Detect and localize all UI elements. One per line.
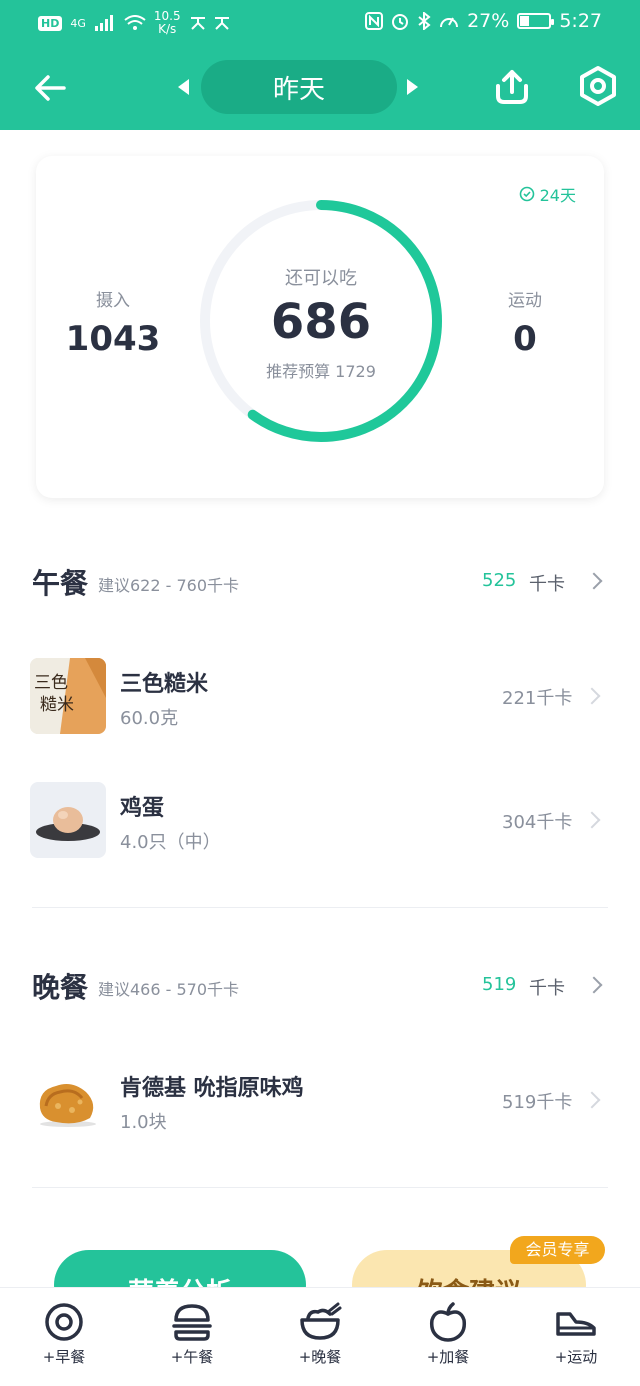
lunch-suggestion: 建议622 - 760千卡 xyxy=(98,576,240,595)
food-name: 肯德基 吮指原味鸡 xyxy=(120,1076,304,1101)
food-item[interactable]: 鸡蛋 4.0只（中） 304千卡 xyxy=(30,782,610,858)
status-bar: HD 4G 10.5 K/s 27% 5:27 xyxy=(0,0,640,44)
app-notification-icon xyxy=(190,17,229,30)
share-icon[interactable] xyxy=(490,64,534,108)
nfc-icon xyxy=(365,12,384,30)
food-quantity: 60.0克 xyxy=(120,708,179,729)
food-item[interactable]: 三色 糙米 三色糙米 60.0克 221千卡 xyxy=(30,658,610,734)
streak-badge: 24天 xyxy=(519,182,576,206)
tab-label: +加餐 xyxy=(426,1348,470,1366)
alarm-icon xyxy=(392,14,409,30)
tab-label: +晚餐 xyxy=(298,1348,342,1366)
check-circle-icon xyxy=(519,186,534,202)
prev-day-icon[interactable] xyxy=(178,79,189,95)
wifi-icon xyxy=(124,15,146,30)
intake-label: 摄入 xyxy=(96,291,130,311)
net-speed: 10.5 K/s xyxy=(154,10,181,36)
chevron-right-icon xyxy=(585,572,603,590)
dinner-kcal: 519 xyxy=(482,974,517,995)
clock: 5:27 xyxy=(559,10,602,32)
intake-value: 1043 xyxy=(65,319,161,359)
status-right: 27% 5:27 xyxy=(365,10,602,32)
shoe-icon xyxy=(556,1312,596,1336)
apple-icon xyxy=(429,1302,467,1342)
food-quantity: 1.0块 xyxy=(120,1112,167,1133)
chevron-right-icon xyxy=(585,976,603,994)
dinner-title: 晚餐 xyxy=(32,971,89,1004)
food-kcal: 519千卡 xyxy=(502,1092,573,1113)
net-speed-unit: K/s xyxy=(158,22,177,36)
remaining-label: 还可以吃 xyxy=(285,268,357,289)
lunch-kcal-unit: 千卡 xyxy=(529,574,565,595)
burger-icon xyxy=(172,1304,212,1341)
date-selector[interactable]: 昨天 xyxy=(201,60,397,114)
settings-hexagon-icon[interactable] xyxy=(576,64,620,108)
add-lunch-tab[interactable]: +午餐 xyxy=(142,1302,242,1367)
lunch-kcal: 525 xyxy=(482,570,517,591)
budget-label: 推荐预算 1729 xyxy=(266,362,376,381)
chevron-right-icon xyxy=(583,1091,601,1109)
lunch-header[interactable]: 午餐 建议622 - 760千卡 525 千卡 xyxy=(32,562,608,602)
battery-percent: 27% xyxy=(467,10,510,32)
dinner-suggestion: 建议466 - 570千卡 xyxy=(98,980,240,999)
food-item[interactable]: 肯德基 吮指原味鸡 1.0块 519千卡 xyxy=(30,1062,610,1138)
intake-stat: 摄入 1043 xyxy=(48,286,178,359)
top-bar: HD 4G 10.5 K/s 27% 5:27 昨天 xyxy=(0,0,640,130)
egg-icon xyxy=(45,1303,83,1341)
speedometer-icon xyxy=(440,17,459,28)
back-arrow-icon[interactable] xyxy=(30,68,70,108)
ring-center: 还可以吃 686 推荐预算 1729 xyxy=(196,196,446,446)
egg-image xyxy=(30,782,106,858)
chevron-right-icon xyxy=(583,811,601,829)
exercise-label: 运动 xyxy=(508,291,542,311)
exercise-stat: 运动 0 xyxy=(460,286,590,359)
food-kcal: 221千卡 xyxy=(502,688,573,709)
calorie-summary-card[interactable]: 24天 摄入 1043 还可以吃 686 推荐预算 1729 运动 0 xyxy=(36,156,604,498)
section-divider xyxy=(32,907,608,908)
food-name: 鸡蛋 xyxy=(120,796,165,821)
svg-text:糙米: 糙米 xyxy=(40,695,74,715)
tab-label: +早餐 xyxy=(42,1348,86,1366)
network-type: 4G xyxy=(70,16,86,30)
add-breakfast-tab[interactable]: +早餐 xyxy=(14,1302,114,1367)
food-quantity: 4.0只（中） xyxy=(120,832,221,853)
streak-days: 24天 xyxy=(539,186,576,205)
chevron-right-icon xyxy=(583,687,601,705)
status-left: HD 4G 10.5 K/s xyxy=(38,10,233,36)
dinner-header[interactable]: 晚餐 建议466 - 570千卡 519 千卡 xyxy=(32,966,608,1006)
add-exercise-tab[interactable]: +运动 xyxy=(526,1302,626,1367)
signal-icon xyxy=(94,15,113,31)
add-dinner-tab[interactable]: +晚餐 xyxy=(270,1302,370,1367)
exercise-value: 0 xyxy=(513,319,537,359)
svg-text:三色: 三色 xyxy=(34,673,68,693)
tab-label: +运动 xyxy=(554,1348,598,1366)
bottom-tab-bar: +早餐 +午餐 +晚餐 +加餐 +运动 xyxy=(0,1287,640,1386)
rice-bowl-icon xyxy=(300,1302,342,1340)
rice-bag-image: 三色 糙米 xyxy=(30,658,106,734)
lunch-title: 午餐 xyxy=(32,567,89,600)
food-kcal: 304千卡 xyxy=(502,812,573,833)
next-day-icon[interactable] xyxy=(407,79,418,95)
remaining-value: 686 xyxy=(270,294,372,350)
vip-badge: 会员专享 xyxy=(510,1236,605,1264)
battery-icon xyxy=(517,13,555,29)
hd-indicator: HD xyxy=(38,15,63,31)
dinner-kcal-unit: 千卡 xyxy=(529,978,565,999)
app-header: 昨天 xyxy=(0,50,640,126)
tab-label: +午餐 xyxy=(170,1348,214,1366)
bluetooth-icon xyxy=(418,12,431,30)
section-divider xyxy=(32,1187,608,1188)
add-snack-tab[interactable]: +加餐 xyxy=(398,1302,498,1367)
food-name: 三色糙米 xyxy=(120,672,209,697)
fried-chicken-image xyxy=(30,1062,106,1138)
